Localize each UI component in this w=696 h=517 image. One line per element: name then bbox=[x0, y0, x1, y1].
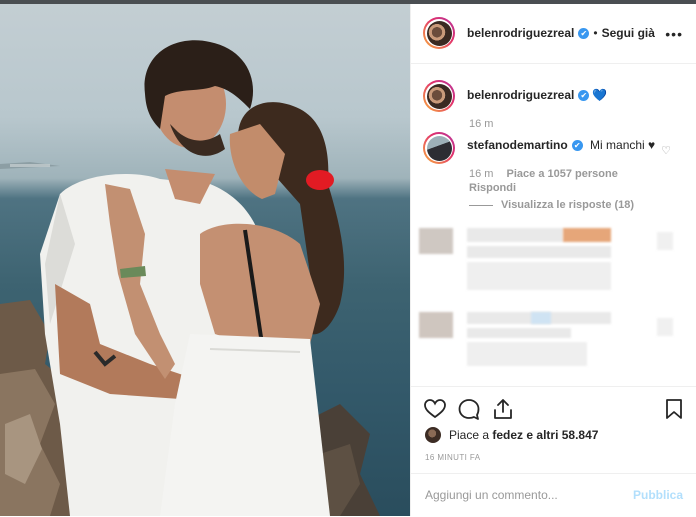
comment-composer: Pubblica bbox=[411, 473, 696, 517]
comment-likes[interactable]: Piace a 1057 persone bbox=[507, 168, 618, 180]
comment-row: stefanodemartino ✔ Mi manchi ♥ bbox=[423, 132, 655, 164]
verified-badge-icon: ✔ bbox=[571, 140, 583, 152]
comment-meta: 16 m Piace a 1057 persone bbox=[469, 168, 618, 180]
comment-like-icon[interactable]: ♡ bbox=[661, 144, 671, 157]
post-photo[interactable] bbox=[0, 4, 410, 516]
liker-avatar bbox=[425, 427, 441, 443]
commenter-avatar[interactable] bbox=[423, 132, 455, 164]
post-header: belenrodriguezreal ✔ • Segui già ••• bbox=[411, 4, 696, 64]
post-timestamp[interactable]: 16 MINUTI FA bbox=[425, 453, 480, 462]
like-heart-icon[interactable] bbox=[423, 397, 447, 421]
comment-bubble-icon[interactable] bbox=[457, 397, 481, 421]
verified-badge-icon: ✔ bbox=[578, 27, 590, 39]
comment-time[interactable]: 16 m bbox=[469, 168, 493, 180]
post-actions: Piace a fedez e altri 58.847 16 MINUTI F… bbox=[411, 386, 696, 516]
caption-time[interactable]: 16 m bbox=[469, 118, 493, 130]
view-replies-link[interactable]: Visualizza le risposte (18) bbox=[501, 199, 634, 211]
add-comment-input[interactable] bbox=[425, 486, 615, 504]
caption-text: 💙 bbox=[592, 88, 608, 102]
bookmark-icon[interactable] bbox=[663, 397, 685, 421]
likes-users[interactable]: fedez e altri 58.847 bbox=[492, 428, 598, 442]
commenter-username[interactable]: stefanodemartino bbox=[467, 138, 568, 152]
follow-separator: • bbox=[593, 26, 598, 40]
comment-text: Mi manchi ♥ bbox=[590, 138, 656, 152]
publish-button[interactable]: Pubblica bbox=[633, 488, 683, 502]
caption-row: belenrodriguezreal ✔ 💙 bbox=[423, 80, 607, 112]
likes-summary[interactable]: Piace a fedez e altri 58.847 bbox=[425, 427, 598, 443]
comments-section: belenrodriguezreal ✔ 💙 16 m stefanodemarti… bbox=[411, 64, 696, 386]
verified-badge-icon: ✔ bbox=[578, 90, 590, 102]
following-button[interactable]: Segui già bbox=[602, 26, 655, 40]
post-panel: belenrodriguezreal ✔ • Segui già ••• bel… bbox=[410, 4, 696, 516]
caption-username[interactable]: belenrodriguezreal bbox=[467, 88, 574, 102]
author-avatar[interactable] bbox=[423, 17, 455, 49]
author-username[interactable]: belenrodriguezreal bbox=[467, 26, 574, 40]
replies-divider bbox=[469, 205, 493, 206]
photo-illustration bbox=[0, 40, 380, 516]
caption-avatar[interactable] bbox=[423, 80, 455, 112]
more-options-icon[interactable]: ••• bbox=[665, 26, 683, 42]
likes-prefix: Piace a bbox=[449, 428, 490, 442]
reply-button[interactable]: Rispondi bbox=[469, 182, 516, 194]
share-icon[interactable] bbox=[491, 397, 515, 421]
